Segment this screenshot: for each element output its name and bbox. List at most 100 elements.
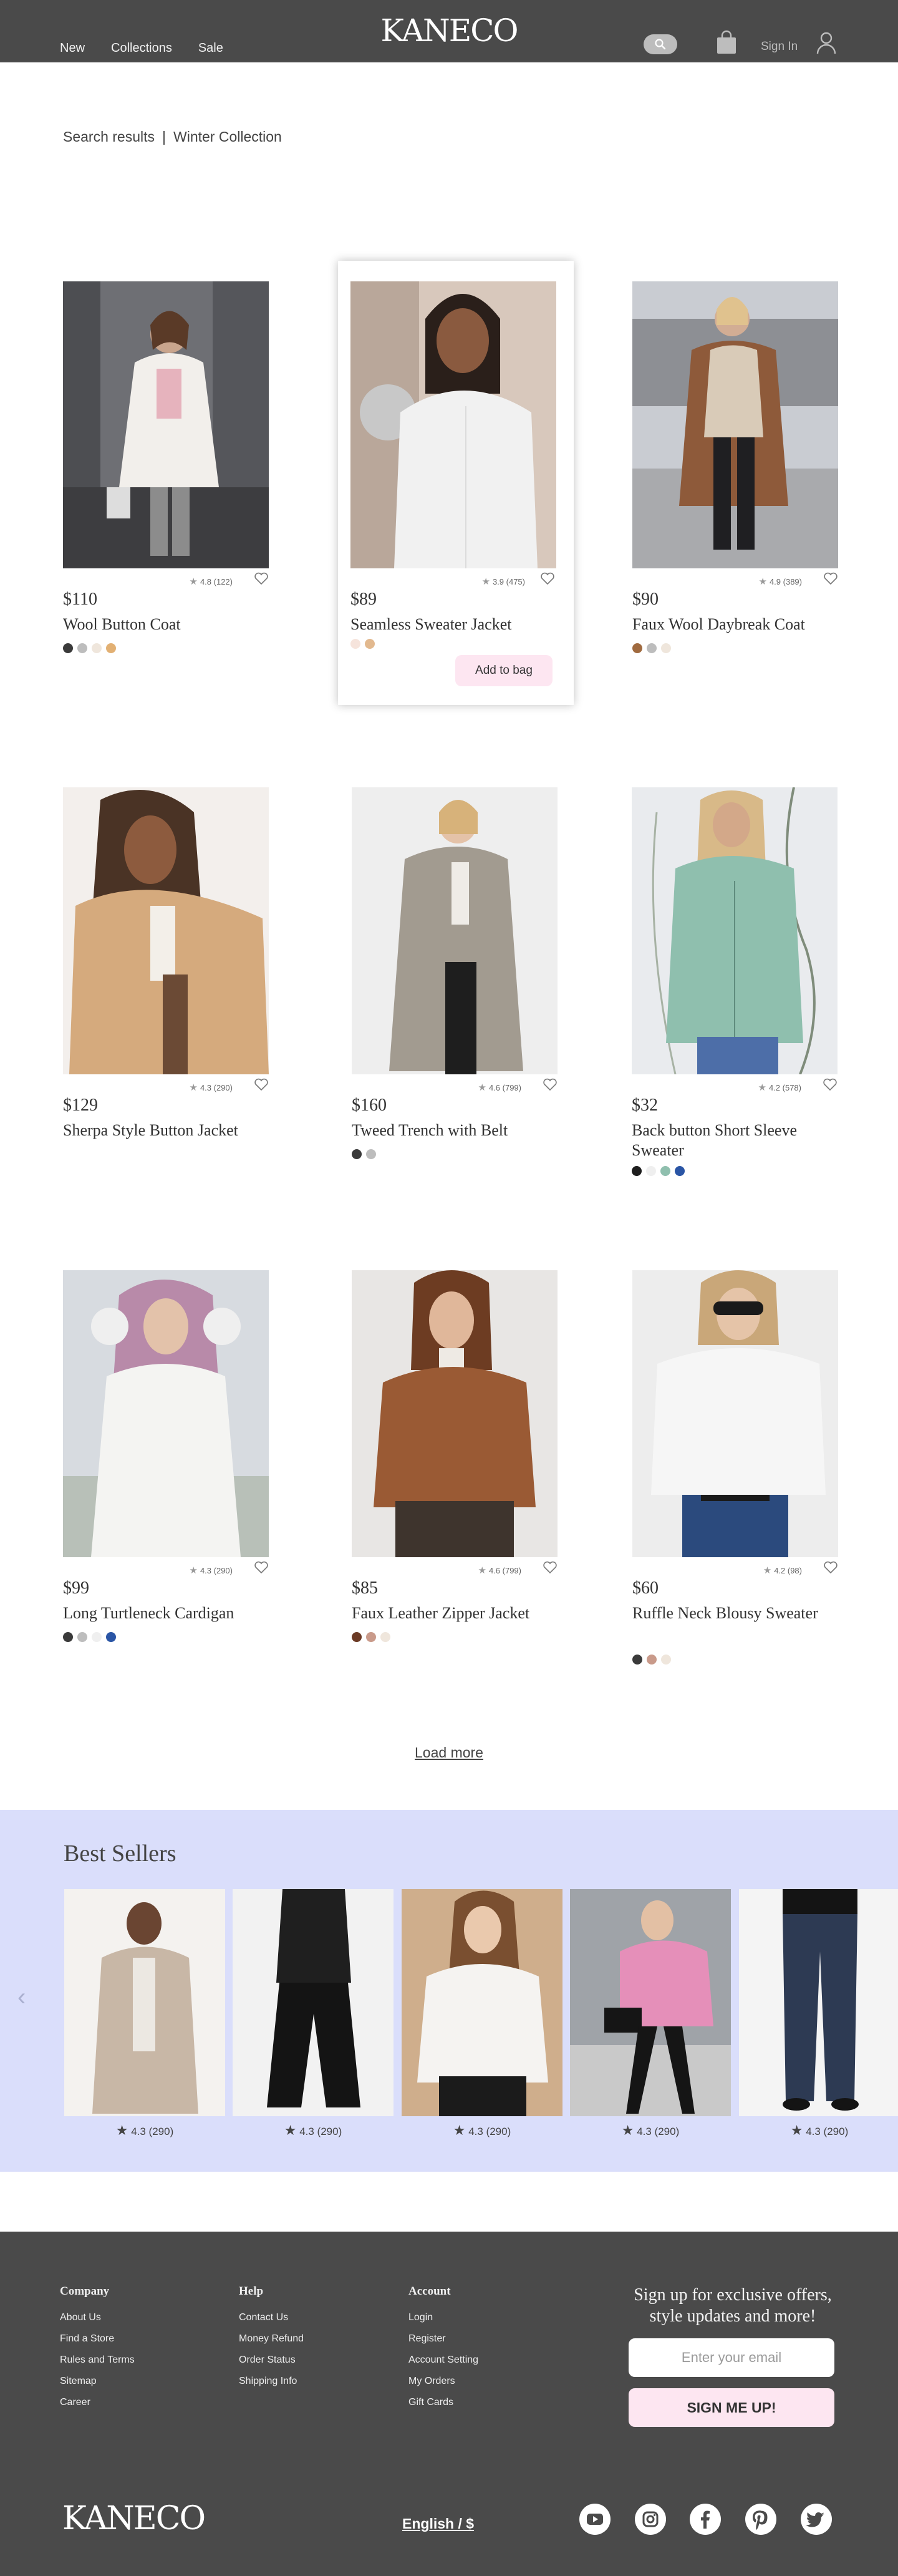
add-to-bag-button[interactable]: Add to bag xyxy=(455,655,553,686)
facebook-icon[interactable] xyxy=(690,2504,721,2535)
footer-link-find-a-store[interactable]: Find a Store xyxy=(60,2333,135,2345)
best-seller-item[interactable]: ★ 4.3 (290) xyxy=(64,1889,225,2139)
color-swatch[interactable] xyxy=(660,1166,670,1176)
product-image[interactable] xyxy=(350,281,556,568)
heart-icon[interactable] xyxy=(823,1077,838,1091)
product-card[interactable]: ★ 4.9 (389) $90 Faux Wool Daybreak Coat xyxy=(632,281,838,656)
product-card[interactable]: ★ 4.6 (799) $160 Tweed Trench with Belt xyxy=(352,787,558,1162)
color-swatch[interactable] xyxy=(352,1632,362,1642)
product-name[interactable]: Faux Leather Zipper Jacket xyxy=(352,1603,564,1623)
best-seller-item[interactable]: ★ 4.3 (290) xyxy=(402,1889,562,2139)
color-swatch[interactable] xyxy=(63,1632,73,1642)
color-swatch[interactable] xyxy=(350,639,360,649)
product-image[interactable] xyxy=(63,1270,269,1557)
heart-icon[interactable] xyxy=(823,1560,838,1574)
product-image[interactable] xyxy=(63,787,269,1074)
color-swatch[interactable] xyxy=(380,1632,390,1642)
footer-link-rules-and-terms[interactable]: Rules and Terms xyxy=(60,2355,135,2366)
footer-link-career[interactable]: Career xyxy=(60,2397,135,2408)
product-name[interactable]: Ruffle Neck Blousy Sweater xyxy=(632,1603,844,1623)
heart-icon[interactable] xyxy=(823,571,838,585)
heart-icon[interactable] xyxy=(254,1077,269,1091)
color-swatch[interactable] xyxy=(661,1655,671,1665)
product-image[interactable] xyxy=(352,787,558,1074)
product-image[interactable] xyxy=(63,281,269,568)
color-swatch[interactable] xyxy=(77,643,87,653)
best-seller-item[interactable]: ★ 4.3 (290) xyxy=(233,1889,393,2139)
product-name[interactable]: Tweed Trench with Belt xyxy=(352,1120,564,1140)
youtube-icon[interactable] xyxy=(579,2504,611,2535)
color-swatch[interactable] xyxy=(661,643,671,653)
product-name[interactable]: Long Turtleneck Cardigan xyxy=(63,1603,275,1623)
product-image[interactable] xyxy=(632,787,838,1074)
shopping-bag-icon[interactable] xyxy=(716,30,737,55)
footer-link-gift-cards[interactable]: Gift Cards xyxy=(408,2397,478,2408)
product-card[interactable]: ★ 4.6 (799) $85 Faux Leather Zipper Jacke… xyxy=(352,1270,558,1645)
color-swatch[interactable] xyxy=(675,1166,685,1176)
product-image[interactable] xyxy=(352,1270,558,1557)
instagram-icon[interactable] xyxy=(635,2504,666,2535)
best-seller-image[interactable] xyxy=(739,1889,898,2116)
color-swatch[interactable] xyxy=(366,1632,376,1642)
footer-link-money-refund[interactable]: Money Refund xyxy=(239,2333,304,2345)
footer-link-sitemap[interactable]: Sitemap xyxy=(60,2376,135,2387)
product-card[interactable]: ★ 4.2 (578) $32 Back button Short Sleeve … xyxy=(632,787,838,1187)
color-swatch[interactable] xyxy=(92,1632,102,1642)
color-swatch[interactable] xyxy=(92,643,102,653)
footer-link-shipping-info[interactable]: Shipping Info xyxy=(239,2376,304,2387)
product-name[interactable]: Wool Button Coat xyxy=(63,615,275,634)
email-field[interactable] xyxy=(629,2338,834,2377)
carousel-prev-icon[interactable]: ‹ xyxy=(17,1983,26,2011)
sign-in-link[interactable]: Sign In xyxy=(761,40,798,54)
product-name[interactable]: Faux Wool Daybreak Coat xyxy=(632,615,844,634)
footer-link-login[interactable]: Login xyxy=(408,2312,478,2323)
color-swatch[interactable] xyxy=(632,1166,642,1176)
heart-icon[interactable] xyxy=(543,1560,558,1574)
product-name[interactable]: Seamless Sweater Jacket xyxy=(350,615,562,634)
footer-link-contact-us[interactable]: Contact Us xyxy=(239,2312,304,2323)
color-swatch[interactable] xyxy=(632,1655,642,1665)
color-swatch[interactable] xyxy=(365,639,375,649)
heart-icon[interactable] xyxy=(543,1077,558,1091)
best-seller-image[interactable] xyxy=(233,1889,393,2116)
footer-link-account-setting[interactable]: Account Setting xyxy=(408,2355,478,2366)
breadcrumb-winter-collection[interactable]: Winter Collection xyxy=(173,129,282,145)
best-seller-item[interactable]: ★ 4.3 (290) xyxy=(739,1889,898,2139)
color-swatch[interactable] xyxy=(647,643,657,653)
color-swatch[interactable] xyxy=(647,1655,657,1665)
color-swatch[interactable] xyxy=(63,643,73,653)
product-name[interactable]: Back button Short Sleeve Sweater xyxy=(632,1120,844,1160)
footer-link-my-orders[interactable]: My Orders xyxy=(408,2376,478,2387)
footer-link-about-us[interactable]: About Us xyxy=(60,2312,135,2323)
heart-icon[interactable] xyxy=(254,1560,269,1574)
best-seller-image[interactable] xyxy=(570,1889,731,2116)
product-card[interactable]: ★ 4.3 (290) $99 Long Turtleneck Cardigan xyxy=(63,1270,269,1645)
color-swatch[interactable] xyxy=(77,1632,87,1642)
color-swatch[interactable] xyxy=(646,1166,656,1176)
product-image[interactable] xyxy=(632,1270,838,1557)
product-image[interactable] xyxy=(632,281,838,568)
color-swatch[interactable] xyxy=(106,1632,116,1642)
product-card[interactable]: ★ 4.3 (290) $129 Sherpa Style Button Jack… xyxy=(63,787,269,1162)
load-more-link[interactable]: Load more xyxy=(0,1744,898,1761)
product-card[interactable]: ★ 4.2 (98) $60 Ruffle Neck Blousy Sweater xyxy=(632,1270,838,1670)
footer-link-register[interactable]: Register xyxy=(408,2333,478,2345)
color-swatch[interactable] xyxy=(106,643,116,653)
breadcrumb-search-results[interactable]: Search results xyxy=(63,129,155,145)
footer-link-order-status[interactable]: Order Status xyxy=(239,2355,304,2366)
best-seller-item[interactable]: ★ 4.3 (290) xyxy=(570,1889,731,2139)
color-swatch[interactable] xyxy=(352,1149,362,1159)
user-icon[interactable] xyxy=(816,31,837,55)
heart-icon[interactable] xyxy=(540,571,555,585)
language-currency-selector[interactable]: English / $ xyxy=(402,2515,474,2532)
twitter-icon[interactable] xyxy=(801,2504,832,2535)
footer-logo[interactable]: KANECO xyxy=(62,2500,206,2537)
product-card-featured[interactable]: ★ 3.9 (475) $89 Seamless Sweater Jacket A… xyxy=(338,261,574,705)
product-name[interactable]: Sherpa Style Button Jacket xyxy=(63,1120,275,1140)
sign-me-up-button[interactable]: SIGN ME UP! xyxy=(629,2388,834,2427)
best-seller-image[interactable] xyxy=(402,1889,562,2116)
color-swatch[interactable] xyxy=(366,1149,376,1159)
heart-icon[interactable] xyxy=(254,571,269,585)
best-seller-image[interactable] xyxy=(64,1889,225,2116)
search-button[interactable] xyxy=(644,34,677,54)
